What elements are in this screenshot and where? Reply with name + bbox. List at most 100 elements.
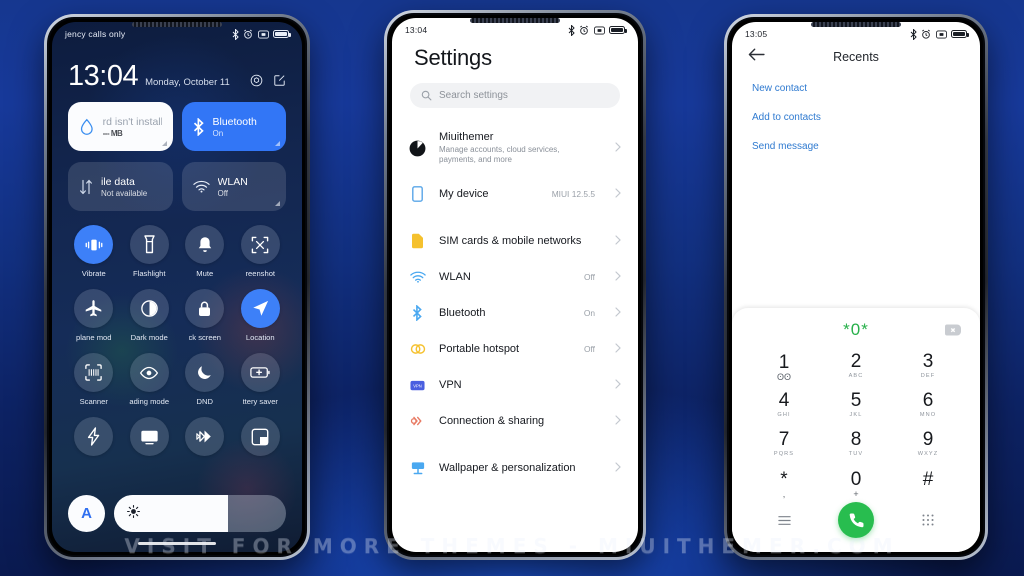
qs-location[interactable]: Location <box>233 289 289 342</box>
qs-dark-mode-label: Dark mode <box>130 333 168 342</box>
qs-lock-screen-circle[interactable] <box>185 289 225 328</box>
qs-airplane-circle[interactable] <box>74 289 114 328</box>
vpn-icon: VPN <box>409 380 426 391</box>
dial-key-digit: 5 <box>850 389 862 411</box>
action-new-contact[interactable]: New contact <box>752 83 960 94</box>
dial-key-7[interactable]: 7 PQRS <box>748 426 820 461</box>
brightness-slider[interactable] <box>114 495 286 532</box>
settings-row-vpn[interactable]: VPN VPN <box>392 367 638 403</box>
settings-row-wallpaper[interactable]: Wallpaper & personalization <box>392 450 638 486</box>
settings-row-wlan[interactable]: WLAN Off <box>392 259 638 295</box>
qs-dark-mode[interactable]: Dark mode <box>122 289 178 342</box>
qs-sync-circle[interactable] <box>185 417 225 456</box>
dial-key-0[interactable]: 0 + <box>820 465 892 500</box>
dial-key-sub: , <box>782 488 786 499</box>
qs-dnd-circle[interactable] <box>185 353 225 392</box>
qs-flashlight-circle[interactable] <box>129 225 169 264</box>
vibrate-icon <box>85 239 103 250</box>
qs-vibrate-circle[interactable] <box>74 225 114 264</box>
backspace-icon[interactable]: ✖ <box>945 324 961 336</box>
tile-expand-corner-icon[interactable] <box>275 201 280 206</box>
qs-battery-saver[interactable]: ttery saver <box>233 353 289 406</box>
dial-key-8[interactable]: 8 TUV <box>820 426 892 461</box>
qs-vibrate[interactable]: Vibrate <box>66 225 122 278</box>
dial-key-2[interactable]: 2 ABC <box>820 348 892 383</box>
mobile-data-icon <box>80 179 92 194</box>
big-tiles-row-1: rd isn't install --- MB Bluetooth On <box>52 91 302 151</box>
account-avatar-icon <box>409 140 426 157</box>
menu-list-icon[interactable] <box>748 515 820 526</box>
call-button[interactable] <box>838 502 874 538</box>
settings-row-label: My device <box>439 188 489 201</box>
qs-cast[interactable] <box>122 417 178 461</box>
qs-battery-saver-circle[interactable] <box>240 353 280 392</box>
qs-screenshot[interactable]: reenshot <box>233 225 289 278</box>
settings-gear-icon[interactable] <box>250 74 263 87</box>
dial-key-4[interactable]: 4 GHI <box>748 387 820 422</box>
qs-power-boost-circle[interactable] <box>74 417 114 456</box>
qs-flashlight[interactable]: Flashlight <box>122 225 178 278</box>
dial-key-9[interactable]: 9 WXYZ <box>892 426 964 461</box>
dial-key-digit: 3 <box>922 350 934 372</box>
tile-mobile-data-title: ile data <box>101 175 135 188</box>
keypad-icon[interactable] <box>892 514 964 526</box>
dial-key-6[interactable]: 6 MNO <box>892 387 964 422</box>
tile-wlan[interactable]: WLAN Off <box>181 162 286 211</box>
settings-row-portable-hotspot[interactable]: Portable hotspot Off <box>392 331 638 367</box>
search-input[interactable]: Search settings <box>410 83 620 108</box>
dial-key-1[interactable]: 1 ʘʘ <box>748 348 820 383</box>
auto-brightness-button[interactable]: A <box>68 495 105 532</box>
back-arrow-icon[interactable] <box>748 48 774 65</box>
qs-reading-mode-circle[interactable] <box>129 353 169 392</box>
screenshot-icon <box>251 236 269 253</box>
tile-expand-corner-icon[interactable] <box>161 141 167 146</box>
dialed-number[interactable]: *0* <box>843 320 869 340</box>
action-send-message[interactable]: Send message <box>752 141 960 152</box>
big-tiles-row-2: ile data Not available WLAN Off <box>52 151 302 211</box>
qs-screenshot-circle[interactable] <box>240 225 280 264</box>
tile-mobile-data[interactable]: ile data Not available <box>68 162 173 211</box>
lightning-icon <box>88 427 100 446</box>
dial-key-3[interactable]: 3 DEF <box>892 348 964 383</box>
qs-mute-circle[interactable] <box>185 225 225 264</box>
dial-key-star[interactable]: *, <box>748 465 820 500</box>
tile-data-usage[interactable]: rd isn't install --- MB <box>68 102 173 151</box>
settings-row-bluetooth[interactable]: Bluetooth On <box>392 295 638 331</box>
qs-dnd[interactable]: DND <box>177 353 233 406</box>
account-name: Miuithemer <box>439 131 494 143</box>
dial-key-digit: # <box>922 468 934 490</box>
tile-bluetooth[interactable]: Bluetooth On <box>181 102 286 151</box>
connection-sharing-icon <box>409 414 426 428</box>
action-add-to-contacts[interactable]: Add to contacts <box>752 112 960 123</box>
qs-split-screen-circle[interactable] <box>240 417 280 456</box>
qs-airplane-mode[interactable]: plane mod <box>66 289 122 342</box>
qs-scanner-circle[interactable] <box>74 353 114 392</box>
qs-scanner[interactable]: Scanner <box>66 353 122 406</box>
qs-dark-mode-circle[interactable] <box>129 289 169 328</box>
qs-power-boost[interactable] <box>66 417 122 461</box>
settings-list: Miuithemer Manage accounts, cloud servic… <box>392 118 638 486</box>
settings-row-account[interactable]: Miuithemer Manage accounts, cloud servic… <box>392 118 638 176</box>
dial-key-sub: ʘʘ <box>776 371 791 382</box>
qs-lock-screen[interactable]: ck screen <box>177 289 233 342</box>
settings-row-label: Portable hotspot <box>439 343 520 356</box>
settings-row-sim-cards[interactable]: SIM cards & mobile networks <box>392 223 638 259</box>
chevron-right-icon <box>615 185 621 203</box>
settings-row-connection-sharing[interactable]: Connection & sharing <box>392 403 638 439</box>
dial-pad-keys: 1 ʘʘ 2 ABC 3 DEF 4 GHI 5 JKL 6 MNO 7 PQRS 8 TUV … <box>732 344 980 500</box>
qs-cast-circle[interactable] <box>129 417 169 456</box>
dial-key-5[interactable]: 5 JKL <box>820 387 892 422</box>
qs-reading-mode[interactable]: ading mode <box>122 353 178 406</box>
edit-icon[interactable] <box>273 74 286 87</box>
qs-split-screen[interactable] <box>233 417 289 461</box>
settings-row-my-device[interactable]: My device MIUI 12.5.5 <box>392 176 638 212</box>
qs-mute[interactable]: Mute <box>177 225 233 278</box>
status-time: 13:05 <box>745 29 768 39</box>
home-indicator[interactable] <box>138 542 216 545</box>
qs-sync[interactable] <box>177 417 233 461</box>
bluetooth-icon <box>409 305 426 322</box>
tile-expand-corner-icon[interactable] <box>275 141 280 146</box>
qs-location-circle[interactable] <box>240 289 280 328</box>
dial-key-hash[interactable]: # <box>892 465 964 500</box>
wifi-icon <box>409 271 426 284</box>
